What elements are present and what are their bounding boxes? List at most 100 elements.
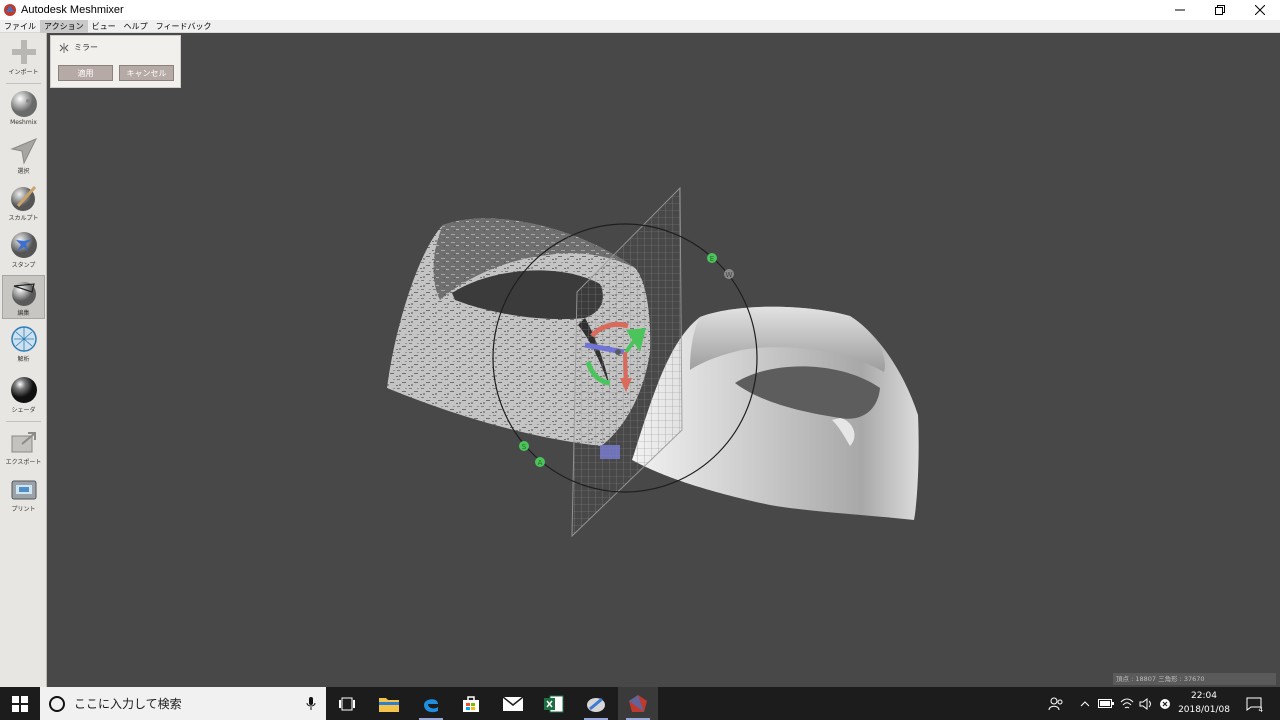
menu-bar: ファイル アクション ビュー ヘルプ フィードバック	[0, 19, 1280, 33]
tool-import-label: インポート	[8, 69, 39, 76]
task-view-button[interactable]	[327, 687, 367, 720]
tool-print-label: プリント	[11, 506, 36, 513]
tray-people[interactable]	[1044, 687, 1068, 720]
apply-button[interactable]: 適用	[58, 65, 113, 81]
notification-count: 4	[1258, 706, 1263, 714]
taskbar-meshmixer[interactable]	[618, 687, 658, 720]
tool-stamp[interactable]: スタンプ	[2, 228, 45, 272]
taskbar-app-3d[interactable]	[576, 687, 616, 720]
taskbar-mail[interactable]	[493, 687, 533, 720]
taskbar-store[interactable]	[451, 687, 491, 720]
battery-icon	[1098, 699, 1114, 708]
meshmixer-logo-icon	[4, 4, 16, 16]
windows-taskbar: ここに入力して検索 22:04 2018/01/08 4	[0, 687, 1280, 720]
toolbar-divider	[6, 83, 41, 84]
minimize-button[interactable]	[1160, 0, 1200, 20]
tray-overflow[interactable]	[1076, 687, 1094, 720]
excel-icon	[544, 695, 564, 712]
restore-icon	[1215, 5, 1225, 15]
people-icon	[1048, 697, 1063, 710]
tray-wifi[interactable]	[1117, 687, 1137, 720]
mirror-panel-title: ミラー	[74, 43, 98, 52]
import-icon	[11, 40, 36, 64]
tool-stamp-label: スタンプ	[11, 262, 36, 269]
close-button[interactable]	[1240, 0, 1280, 20]
store-icon	[463, 695, 479, 712]
print-icon	[11, 480, 36, 500]
menu-view[interactable]: ビュー	[88, 20, 120, 33]
clock-time: 22:04	[1191, 691, 1217, 701]
menu-feedback[interactable]: フィードバック	[152, 20, 216, 33]
mesh-stats-status: 頂点 : 18807 三角形 : 37670	[1113, 673, 1276, 685]
tray-battery[interactable]	[1096, 687, 1116, 720]
tool-sculpt[interactable]: スカルプト	[2, 181, 45, 225]
close-circle-icon	[1160, 698, 1170, 709]
search-placeholder: ここに入力して検索	[74, 697, 182, 711]
taskbar-search[interactable]: ここに入力して検索	[40, 687, 326, 720]
shader-icon	[10, 377, 37, 403]
tool-analysis-label: 解析	[17, 356, 30, 363]
mirror-panel-header: ミラー	[59, 42, 98, 53]
3d-viewport[interactable]: E W S A	[47, 33, 1280, 687]
tool-print[interactable]: プリント	[2, 472, 45, 516]
svg-text:E: E	[710, 255, 714, 263]
left-toolbar: インポート Meshmix 選択 スカルプト スタンプ 編集 解析 シェーダ エ…	[0, 33, 47, 687]
mirror-panel: ミラー 適用 キャンセル	[50, 35, 181, 88]
cancel-button[interactable]: キャンセル	[119, 65, 174, 81]
close-icon	[1255, 5, 1265, 15]
svg-text:S: S	[522, 443, 527, 451]
volume-icon	[1139, 697, 1151, 710]
tool-sculpt-label: スカルプト	[8, 215, 39, 222]
tool-select[interactable]: 選択	[2, 134, 45, 178]
windows-logo-icon	[12, 695, 28, 712]
task-view-icon	[339, 697, 355, 710]
meshmixer-icon	[629, 694, 647, 712]
microphone-icon[interactable]	[306, 696, 316, 711]
start-button[interactable]	[0, 687, 40, 720]
folder-icon	[379, 697, 399, 712]
tool-meshmix[interactable]: Meshmix	[2, 87, 45, 131]
action-center-button[interactable]: 4	[1242, 687, 1266, 720]
mail-icon	[503, 696, 523, 711]
clock-date: 2018/01/08	[1178, 705, 1230, 715]
edge-icon	[424, 698, 438, 712]
tool-edit[interactable]: 編集	[2, 275, 45, 319]
sculpt-icon	[10, 185, 36, 211]
menu-action[interactable]: アクション	[40, 19, 88, 33]
restore-button[interactable]	[1200, 0, 1240, 20]
export-icon	[11, 432, 36, 453]
tool-edit-label: 編集	[17, 310, 30, 317]
tool-export-label: エクスポート	[5, 459, 42, 466]
chevron-up-icon	[1080, 700, 1090, 706]
tray-volume[interactable]	[1136, 687, 1156, 720]
edit-icon	[11, 282, 36, 306]
window-title: Autodesk Meshmixer	[21, 4, 124, 16]
tool-import[interactable]: インポート	[2, 35, 45, 79]
tool-export[interactable]: エクスポート	[2, 425, 45, 469]
tool-shader[interactable]: シェーダ	[2, 373, 45, 417]
tray-app-status[interactable]	[1155, 687, 1175, 720]
svg-text:W: W	[726, 271, 733, 279]
mirror-icon	[59, 42, 69, 53]
toolbar-divider	[6, 421, 41, 422]
cortana-icon	[49, 695, 65, 712]
minimize-icon	[1175, 9, 1185, 11]
tool-analysis[interactable]: 解析	[2, 322, 45, 366]
title-bar: Autodesk Meshmixer	[0, 0, 1280, 20]
handle-plane-grid	[600, 445, 620, 459]
3d-builder-icon	[587, 697, 605, 712]
taskbar-file-explorer[interactable]	[369, 687, 409, 720]
tool-meshmix-label: Meshmix	[10, 119, 37, 126]
analysis-icon	[10, 326, 37, 352]
select-icon	[9, 138, 37, 165]
tool-select-label: 選択	[17, 168, 30, 175]
meshmix-icon	[10, 91, 37, 117]
menu-file[interactable]: ファイル	[0, 20, 40, 33]
svg-text:A: A	[538, 459, 543, 467]
taskbar-clock[interactable]: 22:04 2018/01/08	[1176, 689, 1232, 717]
taskbar-excel[interactable]	[534, 687, 574, 720]
scene-canvas: E W S A	[387, 186, 919, 538]
stamp-icon	[10, 232, 37, 258]
menu-help[interactable]: ヘルプ	[120, 20, 152, 33]
taskbar-edge[interactable]	[411, 687, 451, 720]
